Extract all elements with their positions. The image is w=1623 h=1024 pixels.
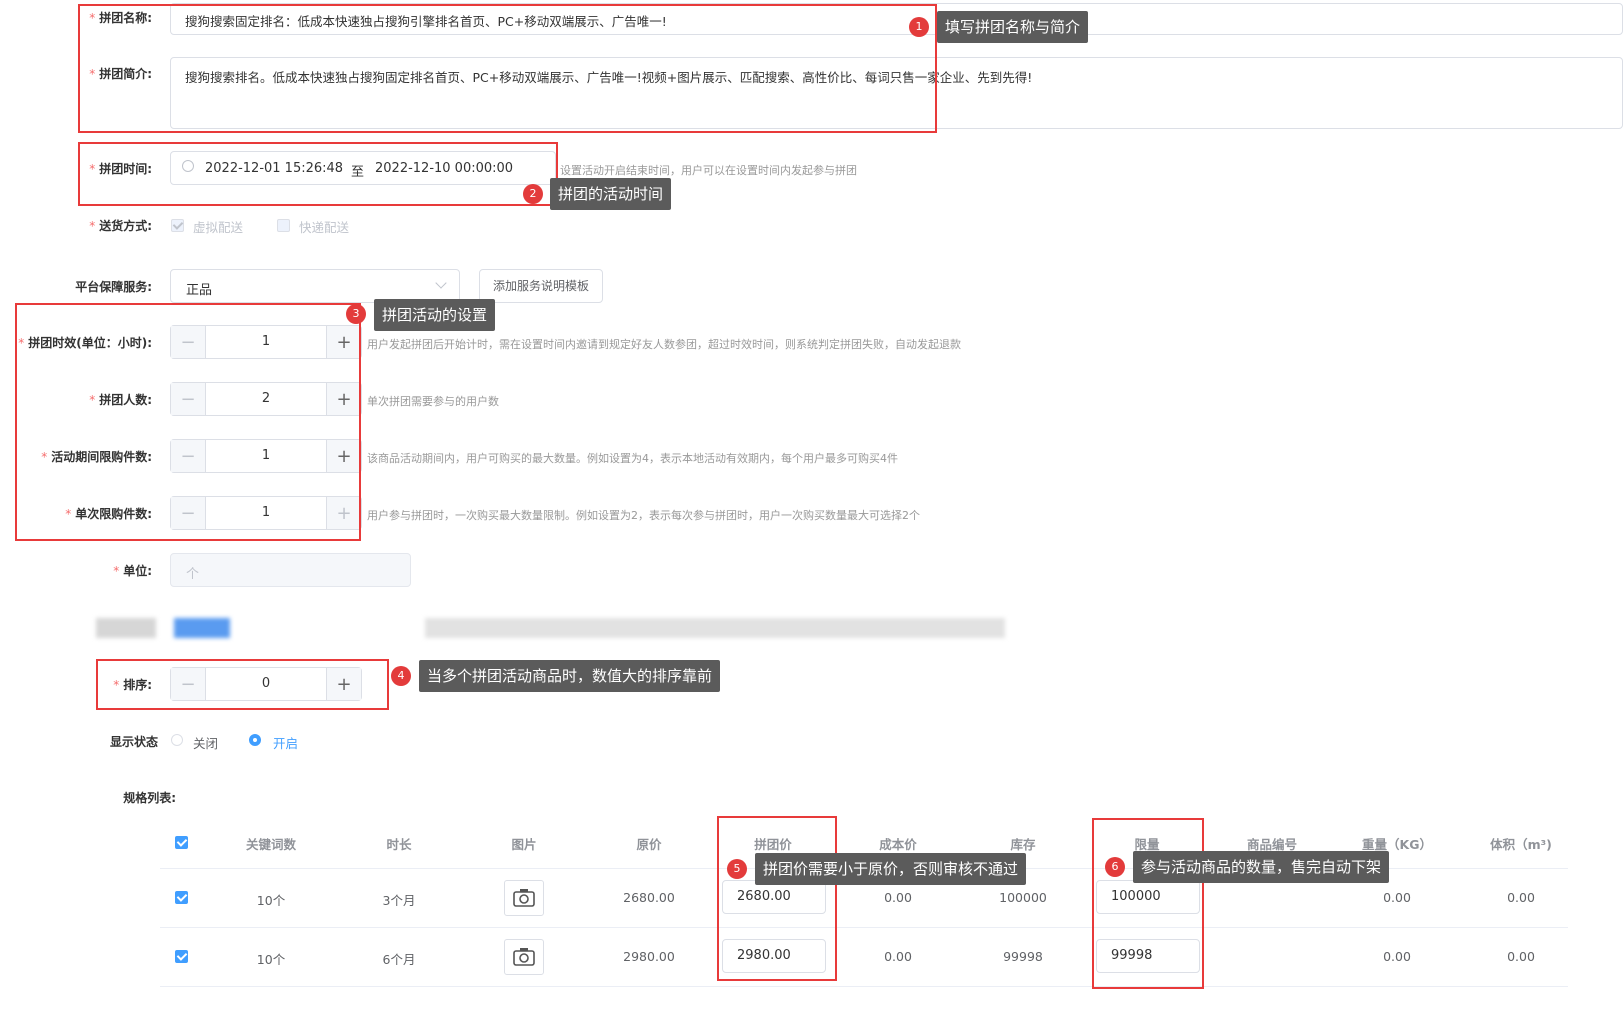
col-duration: 时长 — [386, 837, 412, 852]
camera-icon — [513, 948, 535, 966]
annotation-box-5 — [717, 816, 837, 981]
annotation-badge-3: 3 — [346, 304, 366, 324]
time-hint: 设置活动开启结束时间，用户可以在设置时间内发起参与拼团 — [560, 164, 857, 177]
display-on-label: 开启 — [273, 736, 299, 751]
limit-total-hint: 该商品活动期间内，用户可购买的最大数量。例如设置为4，表示本地活动有效期内，每个… — [367, 452, 898, 465]
annotation-tip-1: 填写拼团名称与简介 — [937, 11, 1089, 43]
virtual-delivery-label: 虚拟配送 — [193, 220, 244, 235]
annotation-tip-4: 当多个拼团活动商品时，数值大的排序靠前 — [419, 660, 721, 692]
validity-hint: 用户发起拼团后开始计时，需在设置时间内邀请到规定好友人数参团，超过时效时间，则系… — [367, 338, 961, 351]
annotation-tip-6: 参与活动商品的数量，售完自动下架 — [1133, 851, 1390, 883]
col-volume: 体积（m³) — [1490, 837, 1552, 852]
annotation-badge-6: 6 — [1105, 857, 1125, 877]
select-all-checkbox[interactable] — [175, 836, 188, 849]
annotation-tip-5: 拼团价需要小于原价，否则审核不通过 — [755, 853, 1027, 885]
annotation-badge-2: 2 — [523, 184, 543, 204]
limit-once-hint: 用户参与拼团时，一次购买最大数量限制。例如设置为2，表示每次参与拼团时，用户一次… — [367, 509, 920, 522]
row-1-weight: 0.00 — [1383, 890, 1411, 905]
annotation-box-6 — [1092, 818, 1204, 989]
col-price: 原价 — [636, 837, 662, 852]
row-2-price: 2980.00 — [623, 949, 675, 964]
unit-input[interactable]: 个 — [170, 553, 411, 587]
row-2-keywords: 10个 — [256, 952, 286, 967]
blurred-button — [174, 618, 230, 638]
row-2-weight: 0.00 — [1383, 949, 1411, 964]
row-2-volume: 0.00 — [1507, 949, 1535, 964]
add-service-template-button[interactable]: 添加服务说明模板 — [479, 269, 603, 303]
row-1-duration: 3个月 — [382, 893, 416, 908]
blurred-label — [96, 618, 156, 638]
unit-label: * 单位: — [113, 564, 152, 578]
annotation-tip-3: 拼团活动的设置 — [374, 299, 496, 331]
col-image: 图片 — [511, 837, 537, 852]
express-delivery-label: 快递配送 — [299, 220, 350, 235]
col-stock: 库存 — [1010, 837, 1036, 852]
delivery-label: * 送货方式: — [89, 219, 152, 233]
annotation-badge-1: 1 — [909, 17, 929, 37]
service-label: 平台保障服务: — [75, 280, 152, 294]
row-divider — [160, 986, 1568, 987]
camera-icon — [513, 889, 535, 907]
row-1-stock: 100000 — [999, 890, 1047, 905]
virtual-delivery-checkbox[interactable] — [171, 219, 184, 232]
col-keywords: 关键词数 — [245, 837, 296, 852]
annotation-box-4 — [96, 659, 389, 710]
row-1-checkbox[interactable] — [175, 891, 188, 904]
spec-list-label: 规格列表: — [123, 791, 176, 805]
express-delivery-checkbox[interactable] — [277, 219, 290, 232]
row-2-duration: 6个月 — [382, 952, 416, 967]
row-2-cost: 0.00 — [884, 949, 912, 964]
col-cost: 成本价 — [879, 837, 917, 852]
annotation-badge-4: 4 — [391, 666, 411, 686]
row-2-image-upload[interactable] — [504, 939, 544, 975]
people-hint: 单次拼团需要参与的用户数 — [367, 395, 499, 408]
row-2-stock: 99998 — [1003, 949, 1043, 964]
service-select[interactable]: 正品 — [170, 269, 460, 303]
annotation-badge-5: 5 — [727, 859, 747, 879]
display-on-radio[interactable] — [249, 734, 261, 746]
display-off-label: 关闭 — [193, 736, 219, 751]
display-off-radio[interactable] — [171, 734, 183, 746]
row-1-cost: 0.00 — [884, 890, 912, 905]
row-divider — [160, 927, 1568, 928]
blurred-text — [425, 618, 1005, 638]
chevron-down-icon — [435, 277, 447, 289]
row-1-volume: 0.00 — [1507, 890, 1535, 905]
row-1-image-upload[interactable] — [504, 880, 544, 916]
annotation-tip-2: 拼团的活动时间 — [550, 178, 672, 210]
annotation-box-3 — [15, 303, 361, 541]
row-1-price: 2680.00 — [623, 890, 675, 905]
annotation-box-1 — [78, 4, 937, 133]
annotation-box-2 — [78, 142, 558, 206]
row-1-keywords: 10个 — [256, 893, 286, 908]
display-label: 显示状态 — [109, 735, 158, 749]
row-2-checkbox[interactable] — [175, 950, 188, 963]
